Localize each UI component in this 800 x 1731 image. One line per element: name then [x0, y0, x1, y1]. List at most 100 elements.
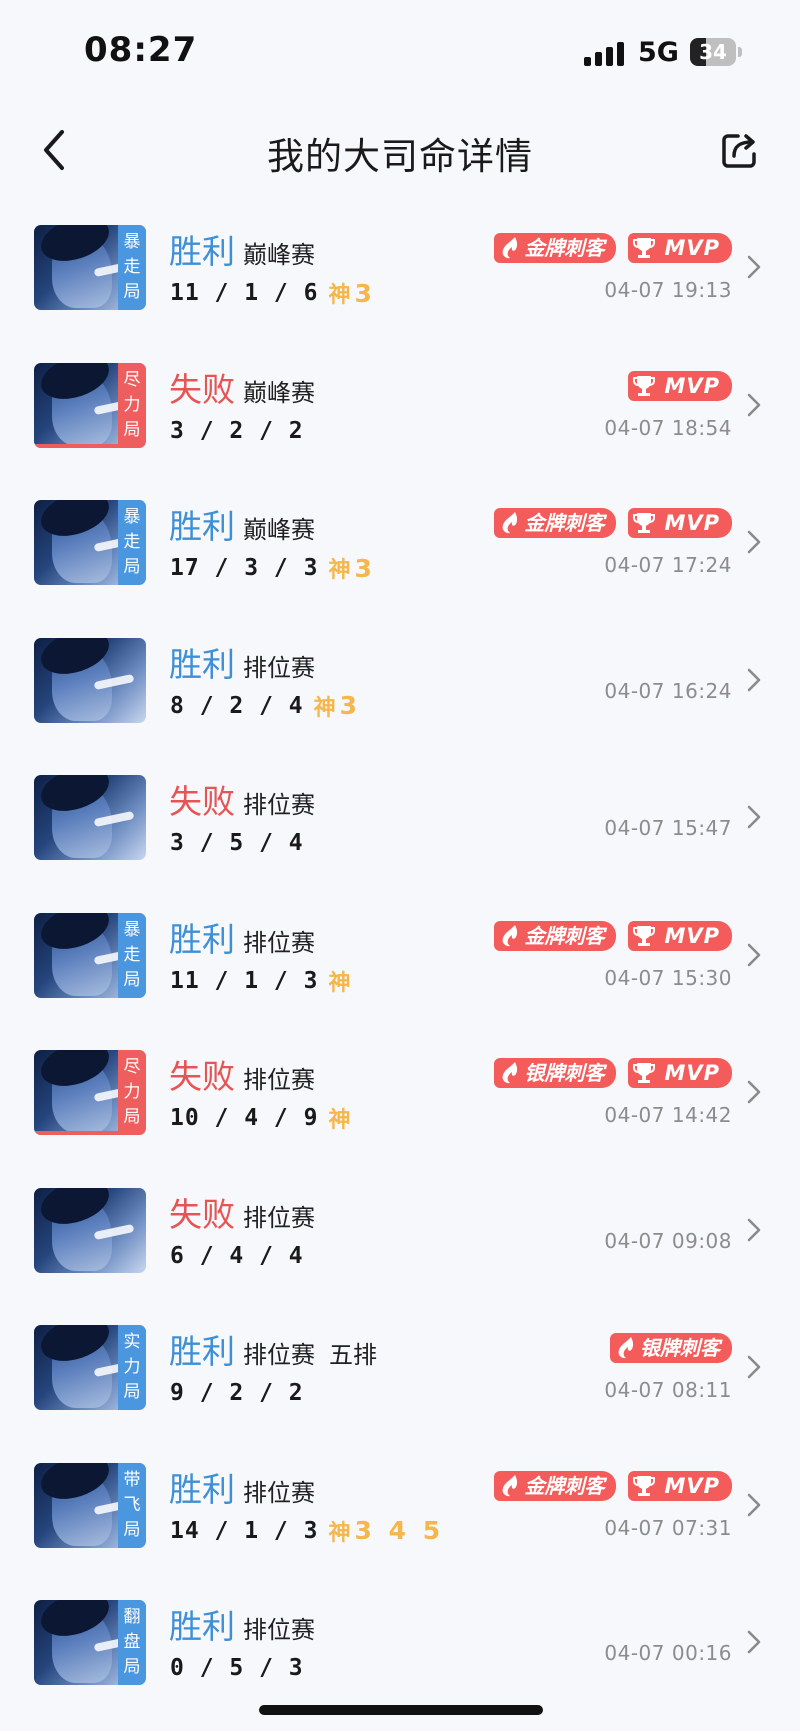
hero-avatar: 暴 走 局: [34, 912, 146, 998]
kda: 9 / 2 / 2: [170, 1380, 304, 1406]
match-row[interactable]: 暴 走 局胜利 巅峰赛 17 / 3 / 3 神 3 金牌刺客 MVP 04-07 17:24: [0, 475, 800, 613]
match-result: 胜利: [169, 1332, 235, 1371]
match-time: 04-07 09:08: [604, 1228, 732, 1253]
chevron-right-icon: [747, 1493, 761, 1516]
badges: MVP: [628, 370, 732, 401]
hero-avatar: 暴 走 局: [34, 225, 146, 310]
match-time: 04-07 07:31: [604, 1515, 732, 1540]
badge-label: 金牌刺客: [524, 236, 605, 260]
chevron-right-icon: [747, 393, 761, 416]
assassin-badge: 银牌刺客: [494, 1058, 617, 1088]
match-row[interactable]: 暴 走 局胜利 巅峰赛 11 / 1 / 6 神 3 金牌刺客 MVP 04-07 19:13: [0, 200, 800, 338]
result-line: 胜利 排位赛: [169, 918, 315, 958]
signal-icon: [584, 40, 626, 66]
god-label: 神: [328, 970, 351, 996]
match-tag: 尽 力 局: [118, 362, 146, 448]
hero-portrait: [34, 1187, 146, 1273]
god-label: 神: [313, 695, 336, 721]
mvp-badge: MVP: [628, 370, 732, 401]
match-row[interactable]: 尽 力 局失败 排位赛 10 / 4 / 9 神 银牌刺客 MVP 04-07 14:42: [0, 1025, 800, 1163]
network-label: 5G: [638, 37, 679, 68]
streak-numbers: 3: [354, 278, 376, 308]
badges: 金牌刺客 MVP: [494, 233, 732, 263]
trophy-icon: [633, 375, 656, 396]
match-tag: 翻 盘 局: [118, 1600, 146, 1685]
streak-numbers: 3 4 5: [354, 1516, 445, 1545]
result-line: 胜利 排位赛 五排: [169, 1330, 377, 1370]
match-mode: 排位赛: [243, 1341, 315, 1369]
match-row[interactable]: 尽 力 局失败 巅峰赛 3 / 2 / 2 MVP 04-07 18:54: [0, 338, 800, 476]
mvp-badge: MVP: [628, 1470, 732, 1501]
badge-label: MVP: [664, 373, 720, 398]
trophy-icon: [633, 925, 656, 946]
assassin-badge: 金牌刺客: [494, 233, 617, 263]
assassin-icon: [618, 1337, 634, 1359]
kda: 17 / 3 / 3: [170, 555, 319, 581]
hero-avatar: [34, 775, 146, 860]
match-tag: 带 飞 局: [118, 1462, 146, 1548]
kda: 8 / 2 / 4: [170, 692, 304, 719]
match-result: 胜利: [169, 1469, 235, 1509]
kda-line: 3 / 5 / 4: [170, 827, 304, 859]
match-mode: 排位赛: [243, 1478, 315, 1507]
chevron-right-icon: [747, 943, 761, 966]
result-line: 失败 排位赛: [169, 1193, 315, 1233]
match-mode: 排位赛: [243, 653, 315, 682]
assassin-icon: [503, 1474, 518, 1496]
hero-avatar: 暴 走 局: [34, 500, 146, 585]
share-icon: [722, 134, 756, 168]
result-line: 失败 巅峰赛: [169, 368, 315, 408]
badge-label: MVP: [664, 923, 720, 948]
match-row[interactable]: 带 飞 局胜利 排位赛 14 / 1 / 3 神3 4 5 金牌刺客 MVP 04-07 0…: [0, 1438, 800, 1576]
streak-numbers: 3: [354, 553, 376, 583]
match-row[interactable]: 失败 排位赛 6 / 4 / 4 04-07 09:08: [0, 1163, 800, 1301]
result-line: 失败 排位赛: [169, 780, 315, 820]
hero-avatar: [34, 637, 146, 723]
hero-avatar: 翻 盘 局: [34, 1600, 146, 1685]
match-row[interactable]: 胜利 排位赛 8 / 2 / 4 神 3 04-07 16:24: [0, 613, 800, 751]
kda: 14 / 1 / 3: [170, 1517, 319, 1544]
match-tag: 尽 力 局: [118, 1050, 146, 1135]
page-title: 我的大司命详情: [267, 135, 533, 178]
match-row[interactable]: 失败 排位赛 3 / 5 / 4 04-07 15:47: [0, 750, 800, 888]
match-row[interactable]: 翻 盘 局胜利 排位赛 0 / 5 / 3 04-07 00:16: [0, 1575, 800, 1713]
match-result: 失败: [169, 1194, 235, 1234]
result-line: 胜利 排位赛: [169, 643, 315, 683]
kda: 0 / 5 / 3: [170, 1655, 304, 1681]
chevron-right-icon: [747, 1355, 761, 1379]
match-mode: 排位赛: [243, 791, 315, 819]
match-result: 胜利: [169, 644, 235, 684]
chevron-right-icon: [747, 805, 761, 829]
status-time: 08:27: [84, 30, 198, 70]
team-size: 五排: [329, 1341, 377, 1369]
match-mode: 排位赛: [243, 1616, 315, 1644]
trophy-icon: [633, 1063, 656, 1083]
kda-line: 3 / 2 / 2: [170, 415, 304, 447]
streak-numbers: 3: [339, 691, 362, 720]
god-label: 神: [328, 1520, 351, 1546]
badge-label: MVP: [664, 1473, 720, 1498]
kda: 10 / 4 / 9: [170, 1105, 319, 1131]
match-row[interactable]: 实 力 局胜利 排位赛 五排 9 / 2 / 2 银牌刺客 04-07 08:11: [0, 1300, 800, 1438]
match-time: 04-07 18:54: [604, 415, 732, 440]
result-line: 失败 排位赛: [169, 1055, 315, 1095]
assassin-icon: [503, 237, 518, 259]
battery-level: 34: [699, 40, 727, 64]
kda: 6 / 4 / 4: [170, 1242, 304, 1269]
badge-label: MVP: [664, 236, 720, 260]
badges: 金牌刺客 MVP: [494, 920, 732, 951]
match-result: 胜利: [169, 507, 235, 546]
match-time: 04-07 14:42: [604, 1103, 732, 1127]
match-time: 04-07 15:30: [604, 965, 732, 990]
assassin-badge: 金牌刺客: [494, 1470, 617, 1501]
home-indicator[interactable]: [259, 1705, 543, 1715]
nav-bar: 我的大司命详情: [0, 100, 800, 200]
match-list: 暴 走 局胜利 巅峰赛 11 / 1 / 6 神 3 金牌刺客 MVP 04-07 19:13…: [0, 200, 800, 1713]
match-tag: 实 力 局: [118, 1325, 146, 1410]
share-button[interactable]: [716, 126, 764, 174]
trophy-icon: [633, 238, 656, 258]
kda: 11 / 1 / 3: [170, 967, 319, 994]
kda-line: 0 / 5 / 3: [170, 1652, 304, 1684]
assassin-badge: 金牌刺客: [494, 920, 617, 951]
match-row[interactable]: 暴 走 局胜利 排位赛 11 / 1 / 3 神 金牌刺客 MVP 04-07 15:30: [0, 888, 800, 1026]
